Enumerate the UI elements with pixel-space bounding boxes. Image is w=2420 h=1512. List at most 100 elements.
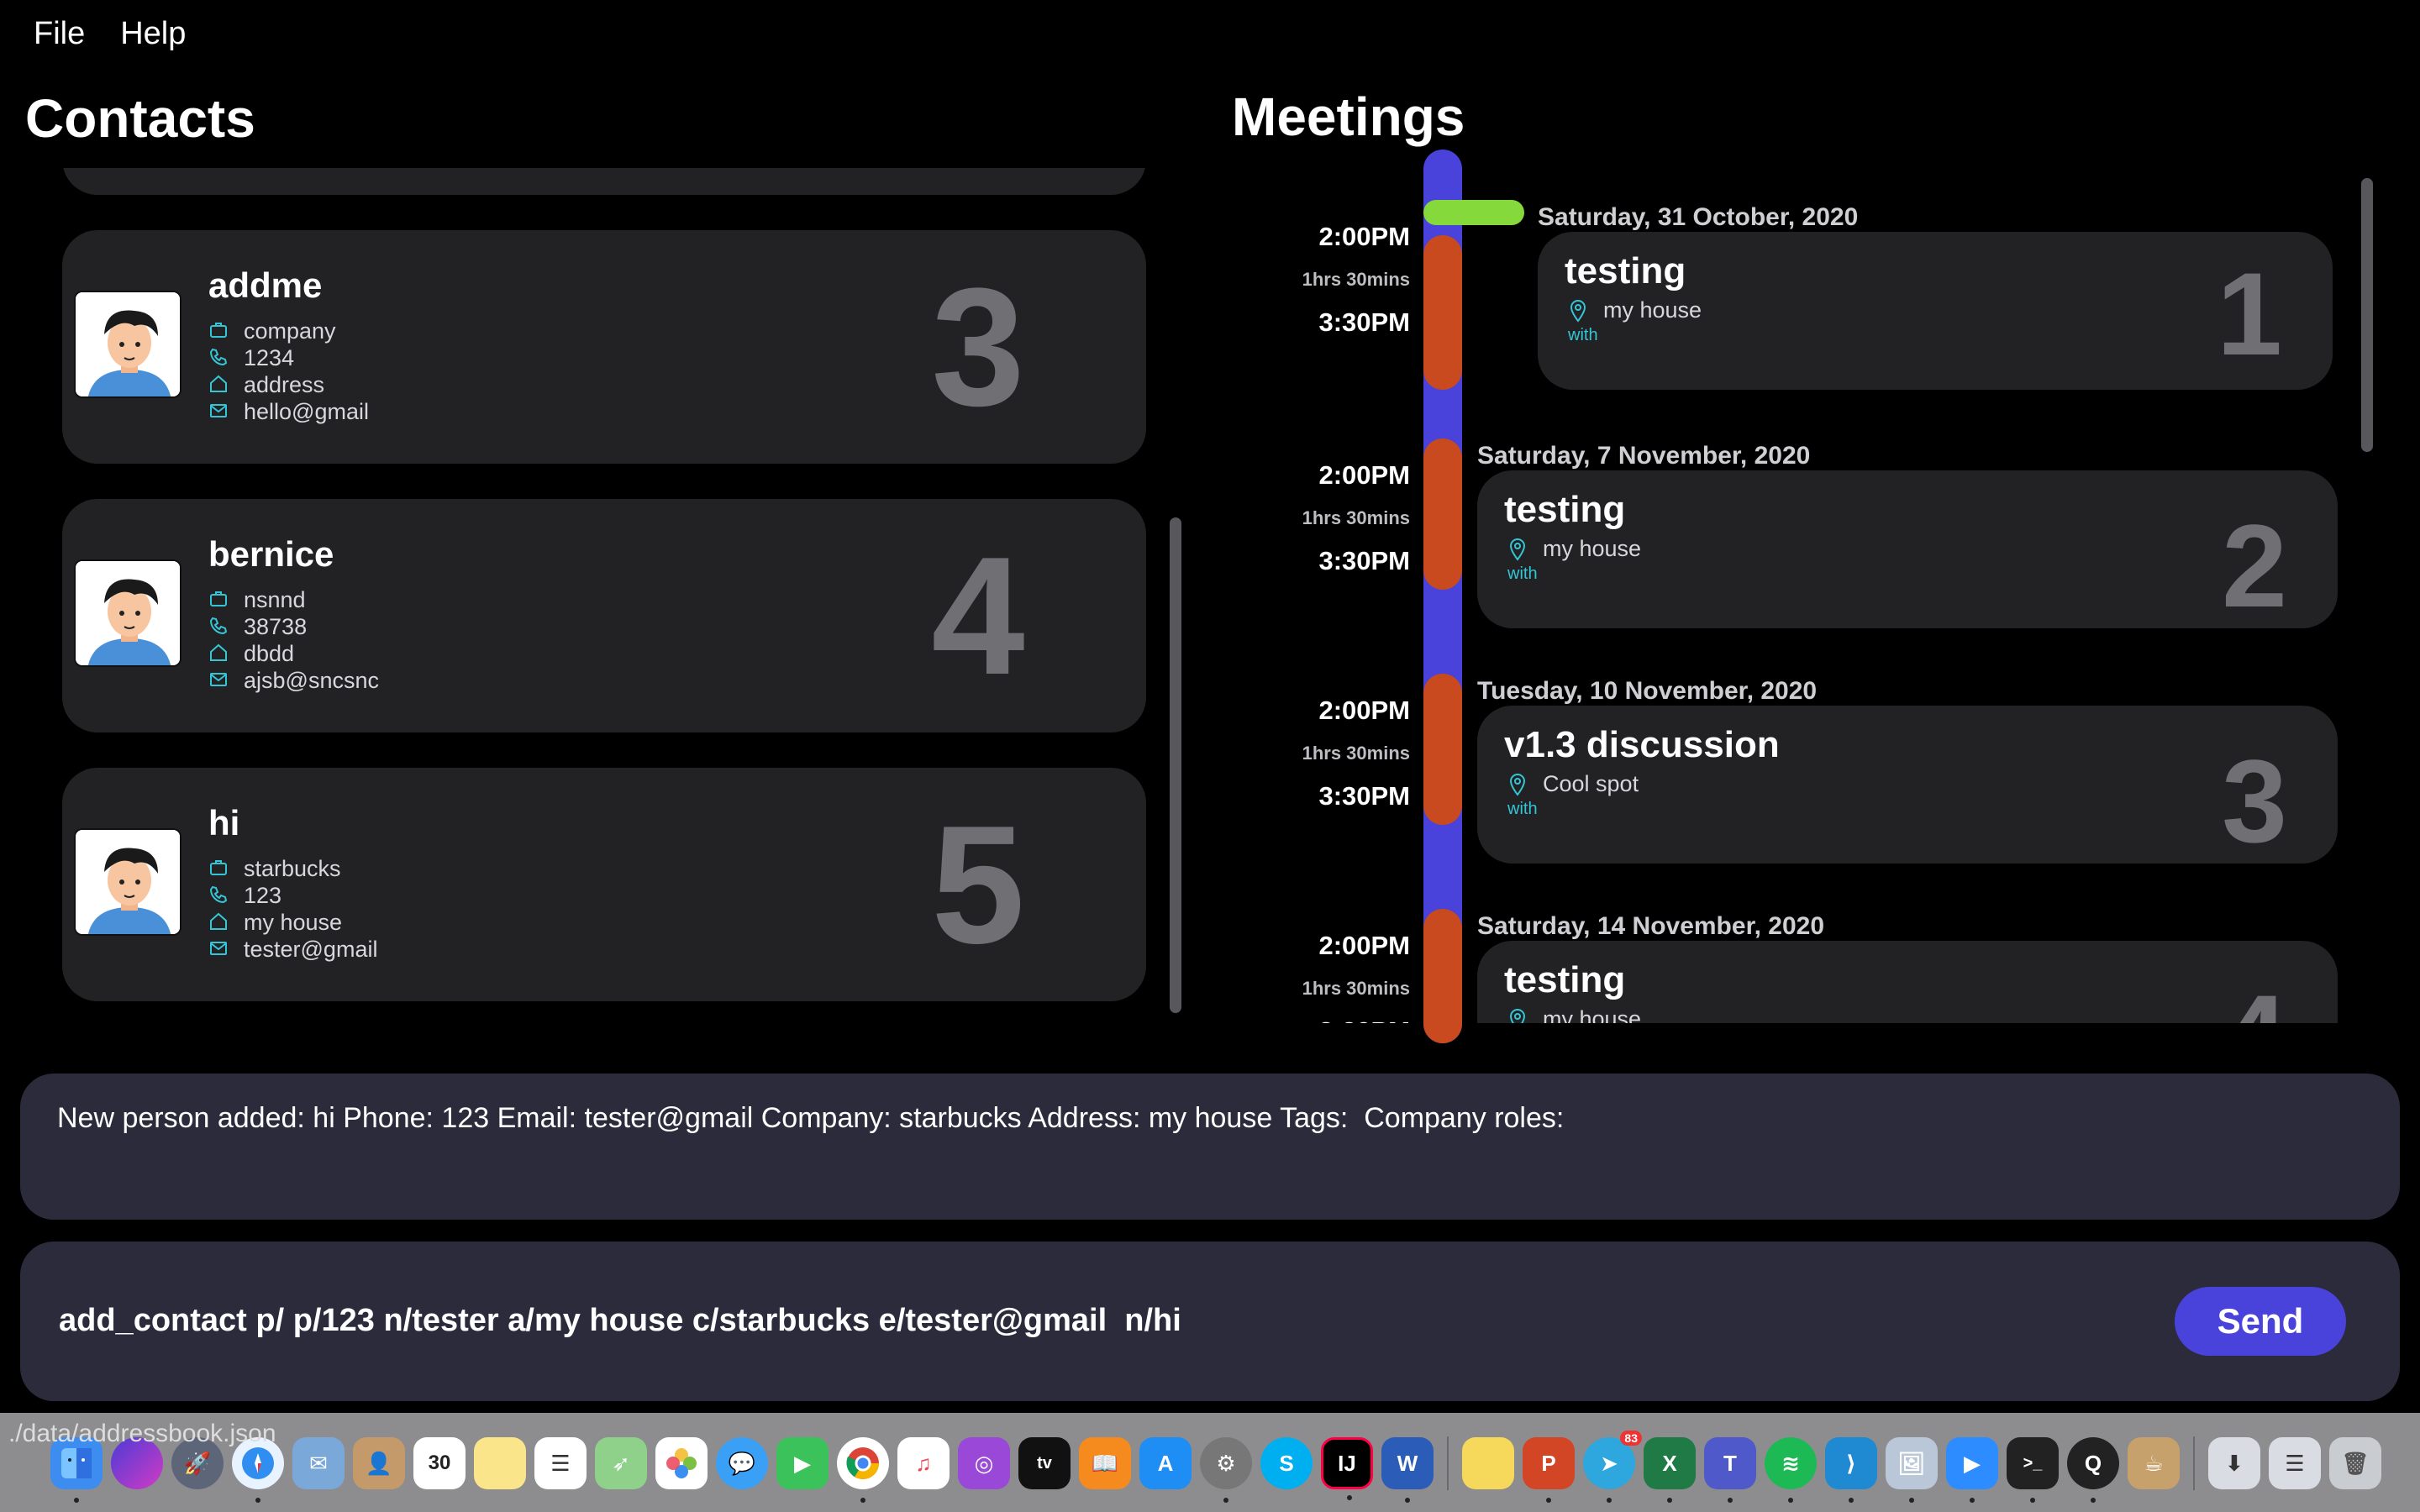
meeting-location: my house (1543, 1006, 1642, 1023)
contact-company: company (244, 318, 336, 344)
contact-name: hi (208, 803, 240, 843)
command-box: Send (20, 1242, 2400, 1401)
appstore-icon[interactable]: A (1139, 1437, 1192, 1489)
books-icon[interactable]: 📖 (1079, 1437, 1131, 1489)
meeting-date: Saturday, 7 November, 2020 (1477, 442, 1811, 470)
spotify-icon[interactable]: ≋ (1765, 1437, 1817, 1503)
home-icon (208, 643, 232, 664)
zoom-icon[interactable]: ▶ (1946, 1437, 1998, 1503)
meeting-card[interactable]: v1.3 discussion Cool spot with 3 (1477, 706, 2338, 864)
briefcase-icon (208, 858, 232, 879)
location-pin-icon (1568, 299, 1590, 323)
meetings-list[interactable]: 2:00PM 1hrs 30mins 3:30PM Saturday, 31 O… (1260, 168, 2353, 1023)
dock-separator (2193, 1436, 2195, 1490)
preview-icon[interactable]: 🖼 (1886, 1437, 1938, 1503)
avatar (74, 828, 182, 936)
word-icon[interactable]: W (1381, 1437, 1434, 1503)
meeting-start: 2:00PM (1318, 222, 1410, 251)
meeting-end: 3:30PM (1260, 1016, 1410, 1023)
photos-icon[interactable] (655, 1437, 708, 1489)
meeting-index: 1 (2217, 248, 2282, 380)
contact-name: addme (208, 265, 323, 305)
intellij-icon[interactable]: IJ (1321, 1437, 1373, 1500)
meetings-scrollbar[interactable] (2361, 178, 2373, 452)
contacts-list[interactable]: addme company 1234 address hello@gmail 3… (62, 168, 1146, 1016)
phone-icon (208, 347, 232, 369)
menu-help[interactable]: Help (120, 16, 186, 52)
downloads-icon[interactable]: ⬇ (2208, 1437, 2260, 1489)
meeting-end: 3:30PM (1318, 546, 1410, 575)
meeting-location: my house (1603, 297, 1702, 323)
meeting-end: 3:30PM (1318, 781, 1410, 811)
contact-email: ajsb@sncsnc (244, 667, 379, 693)
dock-icons: 🚀 ✉ 👤 30 ☰ ➶ 💬 ▶ ♫ ◎ tv 📖 A ⚙ S IJ W P ➤… (50, 1431, 2381, 1503)
stickies-icon[interactable] (1462, 1437, 1514, 1489)
meeting-location: my house (1543, 536, 1642, 561)
contacts-title: Contacts (25, 88, 255, 149)
phone-icon (208, 616, 232, 638)
meeting-card[interactable]: testing my house with 2 (1477, 470, 2338, 628)
meeting-index: 2 (2222, 500, 2287, 632)
contact-index: 5 (931, 791, 1025, 979)
podcasts-icon[interactable]: ◎ (958, 1437, 1010, 1489)
meeting-date: Saturday, 14 November, 2020 (1477, 912, 1824, 940)
meeting-index: 4 (2222, 978, 2287, 1024)
vscode-icon[interactable]: ⟩ (1825, 1437, 1877, 1503)
meeting-card[interactable]: testing my house with 4 (1477, 941, 2338, 1023)
chrome-icon[interactable] (837, 1437, 889, 1503)
settings-icon[interactable]: ⚙ (1200, 1437, 1252, 1503)
reminders-icon[interactable]: ☰ (534, 1437, 587, 1489)
meeting-start: 2:00PM (1318, 460, 1410, 490)
result-text: New person added: hi Phone: 123 Email: t… (57, 1102, 1565, 1134)
result-display: New person added: hi Phone: 123 Email: t… (20, 1074, 2400, 1220)
contact-company: starbucks (244, 855, 341, 881)
music-icon[interactable]: ♫ (897, 1437, 950, 1489)
coffee-icon[interactable]: ☕ (2128, 1437, 2180, 1489)
meeting-title: v1.3 discussion (1504, 724, 1780, 765)
briefcase-icon (208, 589, 232, 611)
meetings-title: Meetings (1232, 87, 1465, 147)
telegram-icon[interactable]: ➤ 83 (1583, 1431, 1642, 1503)
trash-icon[interactable]: 🗑 (2329, 1437, 2381, 1489)
contact-address: address (244, 371, 325, 397)
contact-name: bernice (208, 534, 334, 574)
phone-icon (208, 885, 232, 906)
teams-icon[interactable]: T (1704, 1437, 1756, 1503)
location-pin-icon (1507, 1008, 1529, 1023)
maps-icon[interactable]: ➶ (595, 1437, 647, 1489)
meeting-date: Tuesday, 10 November, 2020 (1477, 677, 1818, 705)
send-button[interactable]: Send (2175, 1287, 2346, 1356)
meeting-duration: 1hrs 30mins (1302, 269, 1410, 290)
meeting-start: 2:00PM (1318, 696, 1410, 725)
meeting-card[interactable]: testing my house with 1 (1538, 232, 2333, 390)
home-icon (208, 911, 232, 933)
contact-phone: 1234 (244, 344, 295, 370)
command-input[interactable] (59, 1295, 2160, 1346)
contact-card-partial[interactable] (62, 168, 1146, 195)
menu-bar: File Help (0, 0, 2420, 67)
telegram-badge: 83 (1620, 1431, 1642, 1446)
mail-icon[interactable]: ✉ (292, 1437, 345, 1489)
contact-card[interactable]: addme company 1234 address hello@gmail 3 (62, 230, 1146, 464)
skype-icon[interactable]: S (1260, 1437, 1313, 1489)
contact-email: tester@gmail (244, 936, 378, 962)
contacts-icon[interactable]: 👤 (353, 1437, 405, 1489)
notes-icon[interactable] (474, 1437, 526, 1489)
meeting-with-label: with (1507, 800, 1538, 818)
quicktime-icon[interactable]: Q (2067, 1437, 2119, 1503)
calendar-icon[interactable]: 30 (413, 1437, 466, 1489)
facetime-icon[interactable]: ▶ (776, 1437, 829, 1489)
tv-icon[interactable]: tv (1018, 1437, 1071, 1489)
location-pin-icon (1507, 773, 1529, 796)
excel-icon[interactable]: X (1644, 1437, 1696, 1503)
menu-file[interactable]: File (34, 16, 85, 52)
contact-card[interactable]: hi starbucks 123 my house tester@gmail 5 (62, 768, 1146, 1001)
terminal-icon[interactable]: >_ (2007, 1437, 2059, 1503)
contact-card[interactable]: bernice nsnnd 38738 dbdd ajsb@sncsnc 4 (62, 499, 1146, 732)
powerpoint-icon[interactable]: P (1523, 1437, 1575, 1503)
meeting-title: testing (1504, 489, 1626, 530)
documents-icon[interactable]: ☰ (2269, 1437, 2321, 1489)
avatar (74, 559, 182, 667)
messages-icon[interactable]: 💬 (716, 1437, 768, 1489)
contacts-scrollbar[interactable] (1170, 517, 1181, 1013)
